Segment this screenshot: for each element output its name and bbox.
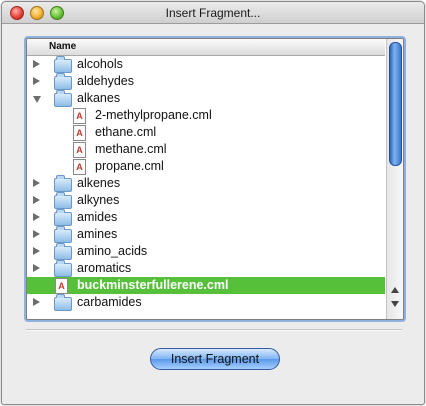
folder-row[interactable]: amines — [27, 226, 385, 243]
folder-icon — [54, 243, 72, 260]
insert-fragment-button[interactable]: Insert Fragment — [150, 348, 280, 370]
row-label: alcohols — [77, 57, 123, 71]
disclosure-closed-icon[interactable] — [33, 60, 40, 68]
folder-row[interactable]: amides — [27, 209, 385, 226]
scroll-up-arrow-icon[interactable] — [391, 287, 399, 293]
fragment-browser[interactable]: Name alcohols aldehydes alkanes A 2-methylpr… — [26, 38, 404, 320]
disclosure-closed-icon[interactable] — [33, 264, 40, 272]
file-row[interactable]: Abuckminsterfullerene.cml — [27, 277, 385, 294]
folder-row[interactable]: alcohols — [27, 56, 385, 73]
column-header-name: Name — [49, 41, 77, 52]
row-label: buckminsterfullerene.cml — [77, 278, 229, 292]
scrollbar-thumb[interactable] — [389, 42, 402, 166]
disclosure-closed-icon[interactable] — [33, 196, 40, 204]
row-label: alkynes — [77, 193, 120, 207]
folder-row[interactable]: alkynes — [27, 192, 385, 209]
disclosure-closed-icon[interactable] — [33, 77, 40, 85]
file-row[interactable]: Amethane.cml — [27, 141, 385, 158]
folder-row[interactable]: aromatics — [27, 260, 385, 277]
folder-icon — [54, 73, 72, 90]
row-label: 2-methylpropane.cml — [95, 108, 212, 122]
row-label: methane.cml — [95, 142, 167, 156]
row-label: ethane.cml — [95, 125, 157, 139]
row-label: amides — [77, 210, 118, 224]
scroll-down-arrow-icon[interactable] — [391, 301, 399, 307]
window-title: Insert Fragment... — [165, 6, 261, 20]
cml-file-icon: A — [55, 278, 68, 294]
cml-file-icon: A — [73, 142, 86, 158]
row-label: carbamides — [77, 295, 142, 309]
folder-row[interactable]: carbamides — [27, 294, 385, 311]
disclosure-closed-icon[interactable] — [33, 298, 40, 306]
cml-file-icon: A — [73, 125, 86, 141]
row-label: aromatics — [77, 261, 132, 275]
disclosure-closed-icon[interactable] — [33, 179, 40, 187]
file-row[interactable]: Aethane.cml — [27, 124, 385, 141]
row-label: amino_acids — [77, 244, 148, 258]
disclosure-closed-icon[interactable] — [33, 213, 40, 221]
folder-row[interactable]: alkenes — [27, 175, 385, 192]
title-bar: Insert Fragment... — [2, 2, 424, 24]
folder-icon — [54, 209, 72, 226]
folder-icon — [54, 294, 72, 311]
file-row[interactable]: Apropane.cml — [27, 158, 385, 175]
cml-file-icon: A — [73, 108, 86, 124]
cml-file-icon: A — [73, 159, 86, 175]
disclosure-closed-icon[interactable] — [33, 230, 40, 238]
folder-icon — [54, 226, 72, 243]
folder-icon — [54, 56, 72, 73]
disclosure-open-icon[interactable] — [33, 96, 41, 103]
row-label: alkenes — [77, 176, 121, 190]
disclosure-closed-icon[interactable] — [33, 247, 40, 255]
insert-fragment-window: Insert Fragment... Name alcohols aldehyde… — [1, 1, 425, 405]
row-label: aldehydes — [77, 74, 134, 88]
fragment-list: alcohols aldehydes alkanes A 2-methylpropane… — [27, 56, 385, 319]
folder-icon — [54, 260, 72, 277]
row-label: amines — [77, 227, 118, 241]
row-label: alkanes — [77, 91, 121, 105]
folder-row[interactable]: alkanes — [27, 90, 385, 107]
folder-row[interactable]: amino_acids — [27, 243, 385, 260]
row-label: propane.cml — [95, 159, 164, 173]
vertical-scrollbar[interactable] — [386, 39, 403, 319]
separator — [26, 329, 402, 331]
folder-icon — [54, 90, 72, 107]
folder-icon — [54, 192, 72, 209]
folder-icon — [54, 175, 72, 192]
folder-row[interactable]: aldehydes — [27, 73, 385, 90]
column-header[interactable]: Name — [27, 39, 385, 56]
file-row[interactable]: A 2-methylpropane.cml — [27, 107, 385, 124]
